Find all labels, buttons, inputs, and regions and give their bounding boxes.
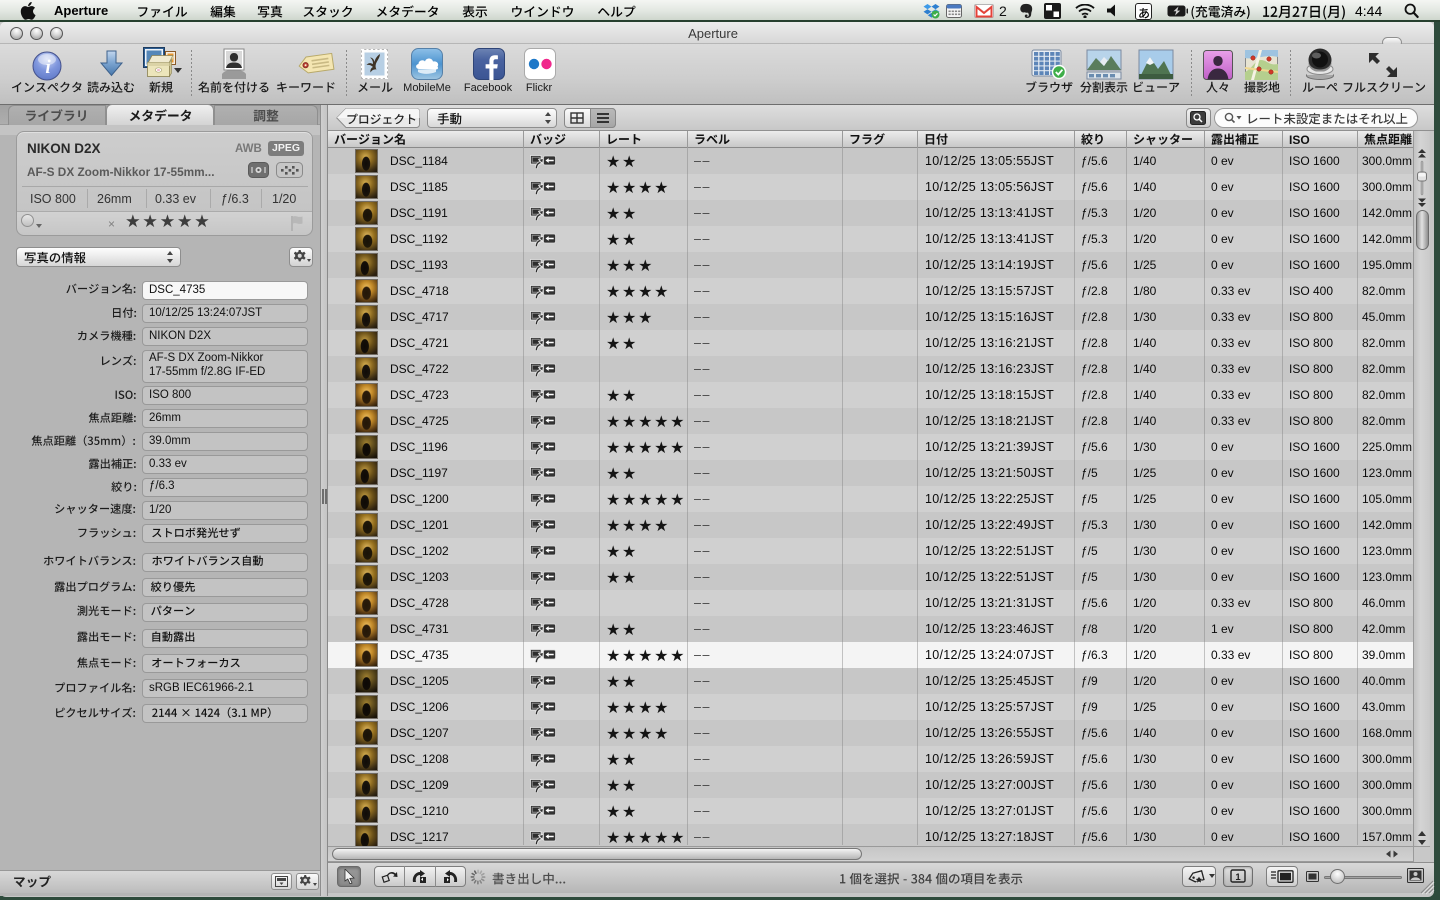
- svg-text:1: 1: [1235, 872, 1241, 883]
